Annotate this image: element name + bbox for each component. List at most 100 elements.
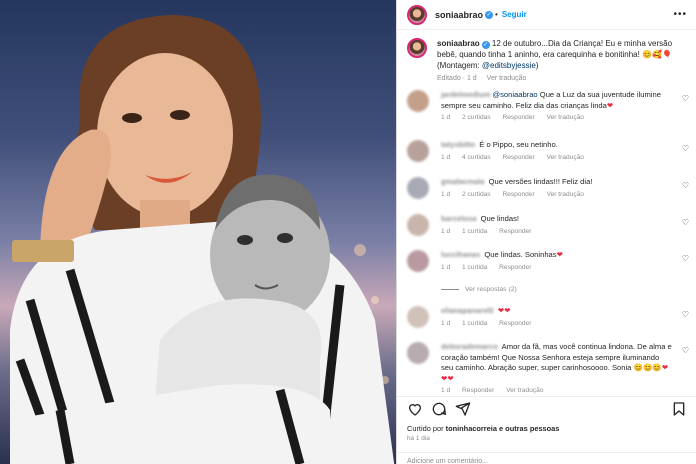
comment-likes[interactable]: 1 curtida — [462, 228, 487, 235]
comment-avatar[interactable] — [407, 250, 429, 272]
comment-likes[interactable]: 2 curtidas — [462, 114, 491, 121]
heart-icon[interactable]: ♡ — [682, 94, 689, 103]
view-replies-label[interactable]: Ver respostas (2) — [465, 286, 517, 293]
comment-emoji: ❤ — [606, 100, 614, 110]
comment-username[interactable]: tatysbitto — [441, 140, 475, 151]
list-item: deborademarco Amor da fã, mas você conti… — [407, 342, 689, 394]
instagram-post-panel: soniaabrao ✓ • Seguir ••• soniaabrao ✓ 12… — [396, 0, 696, 464]
verified-icon: ✓ — [481, 41, 490, 49]
post-caption: soniaabrao ✓ 12 de outubro...Dia da Crian… — [407, 38, 689, 82]
comment-avatar[interactable] — [407, 342, 429, 364]
heart-icon[interactable]: ♡ — [682, 310, 689, 319]
caption-meta: Editado · 1 d Ver tradução — [437, 75, 689, 82]
likes-user[interactable]: toninhacorreia — [446, 424, 497, 433]
comment-username[interactable]: luccihanas — [441, 250, 480, 261]
comment-username[interactable]: jardelmedium — [441, 90, 490, 101]
translate-link[interactable]: Ver tradução — [506, 387, 543, 394]
list-item: luccihanas Que lindas. Soninhas❤ 1 d 1 c… — [407, 250, 689, 272]
comment-text: barcelosa Que lindas! — [441, 214, 673, 225]
heart-icon[interactable]: ♡ — [682, 181, 689, 190]
list-item: tatysbitto É o Pippo, seu netinho. 1 d 4… — [407, 140, 689, 162]
replies-divider — [441, 288, 459, 290]
reply-button[interactable]: Responder — [462, 387, 494, 394]
heart-icon[interactable] — [407, 401, 423, 422]
post-actions — [397, 396, 696, 422]
comment-username[interactable]: gmalacmala — [441, 177, 484, 188]
header-username[interactable]: soniaabrao — [435, 10, 483, 20]
translate-link[interactable]: Ver tradução — [547, 191, 584, 198]
comment-time: 1 d — [441, 114, 451, 121]
comment-meta: 1 d Responder Ver tradução — [441, 387, 689, 394]
list-item: jardelmedium @soniaabrao Que a Luz da sua… — [407, 90, 689, 121]
comment-meta: 1 d 1 curtida Responder — [441, 264, 689, 271]
comment-avatar[interactable] — [407, 177, 429, 199]
comment-username[interactable]: elianapanarelli — [441, 306, 494, 317]
comment-text: tatysbitto É o Pippo, seu netinho. — [441, 140, 673, 151]
photo-illustration — [10, 15, 395, 464]
comment-icon[interactable] — [431, 401, 447, 422]
bookmark-icon[interactable] — [671, 401, 687, 422]
verified-icon: ✓ — [485, 10, 494, 19]
caption-translate-link[interactable]: Ver tradução — [487, 75, 527, 82]
comment-text: elianapanarelli ❤❤ — [441, 306, 673, 317]
heart-icon[interactable]: ♡ — [682, 144, 689, 153]
comment-emoji: ❤❤ — [497, 306, 511, 315]
caption-mention[interactable]: @editsbyjessie — [482, 61, 536, 70]
view-replies-button[interactable]: Ver respostas (2) — [441, 286, 517, 293]
heart-icon[interactable]: ♡ — [682, 254, 689, 263]
more-options-icon[interactable]: ••• — [673, 9, 687, 20]
reply-button[interactable]: Responder — [499, 264, 531, 271]
comment-time: 1 d — [441, 263, 451, 271]
comment-username[interactable]: deborademarco — [441, 342, 498, 353]
likes-summary[interactable]: Curtido por toninhacorreia e outras pess… — [407, 424, 559, 433]
translate-link[interactable]: Ver tradução — [547, 114, 584, 121]
reply-button[interactable]: Responder — [499, 320, 531, 327]
comment-time: 1 d — [441, 190, 451, 198]
avatar[interactable] — [407, 4, 427, 25]
caption-edited: Editado · 1 d — [437, 75, 477, 82]
comment-likes[interactable]: 1 curtida — [462, 320, 487, 327]
share-icon[interactable] — [455, 401, 471, 422]
comment-body: Que lindas! — [478, 214, 519, 223]
comment-meta: 1 d 1 curtida Responder — [441, 228, 689, 235]
comment-likes[interactable]: 4 curtidas — [462, 154, 491, 161]
follow-button[interactable]: Seguir — [502, 10, 527, 19]
comment-avatar[interactable] — [407, 140, 429, 162]
post-header: soniaabrao ✓ • Seguir ••• — [397, 0, 696, 30]
comment-time: 1 d — [441, 319, 451, 327]
separator-dot: • — [495, 10, 498, 19]
comment-avatar[interactable] — [407, 306, 429, 328]
reply-button[interactable]: Responder — [502, 114, 534, 121]
comment-text: deborademarco Amor da fã, mas você conti… — [441, 342, 673, 384]
comment-meta: 1 d 4 curtidas Responder Ver tradução — [441, 154, 689, 161]
comment-time: 1 d — [441, 227, 451, 235]
comment-time: 1 d — [441, 387, 451, 394]
comment-meta: 1 d 2 curtidas Responder Ver tradução — [441, 114, 689, 121]
likes-suffix[interactable]: e outras pessoas — [497, 424, 559, 433]
translate-link[interactable]: Ver tradução — [547, 154, 584, 161]
comment-avatar[interactable] — [407, 214, 429, 236]
caption-username[interactable]: soniaabrao — [437, 39, 480, 48]
comment-emoji: ❤ — [556, 250, 563, 259]
comment-time: 1 d — [441, 153, 451, 161]
list-item: elianapanarelli ❤❤ 1 d 1 curtida Respond… — [407, 306, 689, 328]
post-photo[interactable] — [0, 0, 396, 464]
comment-avatar[interactable] — [407, 90, 429, 112]
comment-likes[interactable]: 2 curtidas — [462, 191, 491, 198]
reply-button[interactable]: Responder — [499, 228, 531, 235]
comment-username[interactable]: barcelosa — [441, 214, 476, 225]
caption-closing: ) — [535, 61, 539, 70]
heart-icon[interactable]: ♡ — [682, 218, 689, 227]
reply-button[interactable]: Responder — [502, 191, 534, 198]
caption-avatar[interactable] — [407, 38, 427, 58]
comment-meta: 1 d 1 curtida Responder — [441, 320, 689, 327]
likes-prefix: Curtido por — [407, 424, 446, 433]
heart-icon[interactable]: ♡ — [682, 346, 689, 355]
reply-button[interactable]: Responder — [502, 154, 534, 161]
comment-body: Que versões lindas!!! Feliz dia! — [486, 177, 593, 186]
comment-likes[interactable]: 1 curtida — [462, 264, 487, 271]
comment-mention[interactable]: @soniaabrao — [492, 90, 537, 99]
comment-meta: 1 d 2 curtidas Responder Ver tradução — [441, 191, 689, 198]
comment-text: jardelmedium @soniaabrao Que a Luz da sua… — [441, 90, 673, 111]
add-comment-input[interactable]: Adicione um comentário... — [397, 452, 696, 464]
